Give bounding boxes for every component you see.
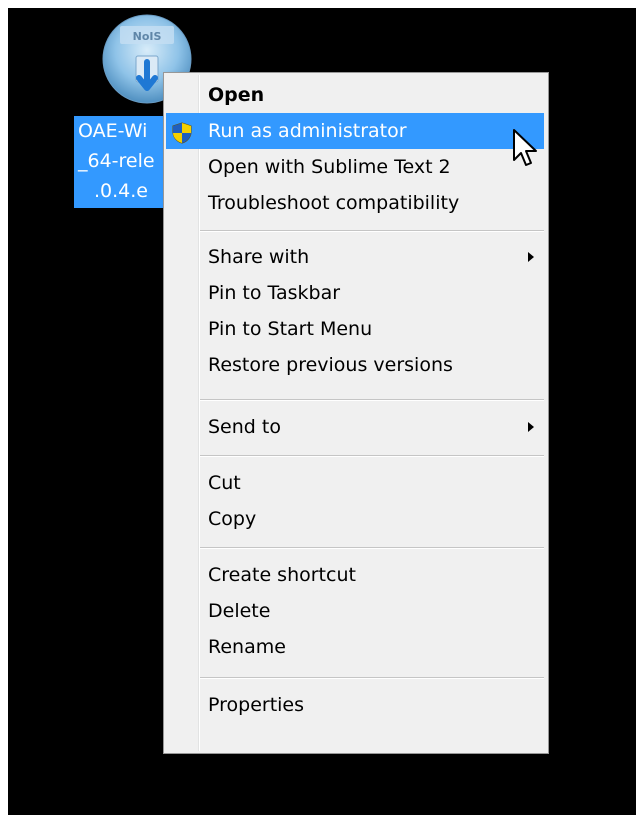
menu-item-label: Create shortcut	[208, 564, 356, 586]
menu-item-create-shortcut[interactable]: Create shortcut	[166, 557, 544, 593]
menu-item-troubleshoot-compatibility[interactable]: Troubleshoot compatibility	[166, 185, 544, 221]
menu-item-properties[interactable]: Properties	[166, 687, 544, 723]
menu-item-label: Copy	[208, 508, 257, 530]
menu-item-pin-to-taskbar[interactable]: Pin to Taskbar	[166, 275, 544, 311]
menu-item-label: Pin to Start Menu	[208, 318, 373, 340]
submenu-arrow-icon	[528, 422, 534, 432]
menu-item-label: Restore previous versions	[208, 354, 453, 376]
menu-item-send-to[interactable]: Send to	[166, 409, 544, 445]
menu-item-label: Send to	[208, 416, 281, 438]
menu-item-rename[interactable]: Rename	[166, 629, 544, 665]
menu-item-label: Properties	[208, 694, 305, 716]
menu-separator	[200, 677, 544, 679]
menu-separator	[200, 399, 544, 401]
file-icon-text: NoIS	[133, 30, 162, 43]
menu-item-label: Rename	[208, 636, 286, 658]
uac-shield-icon	[171, 120, 193, 144]
menu-item-label: Open	[208, 84, 265, 106]
menu-item-cut[interactable]: Cut	[166, 465, 544, 501]
menu-item-delete[interactable]: Delete	[166, 593, 544, 629]
menu-item-label: Cut	[208, 472, 241, 494]
menu-item-open[interactable]: Open	[166, 77, 544, 113]
menu-separator	[200, 547, 544, 549]
menu-item-run-as-administrator[interactable]: Run as administrator	[166, 113, 544, 149]
mouse-pointer-icon	[512, 128, 542, 170]
context-menu: Open Run as administrator Open with Subl…	[163, 72, 549, 754]
menu-item-copy[interactable]: Copy	[166, 501, 544, 537]
menu-item-share-with[interactable]: Share with	[166, 239, 544, 275]
desktop: NoIS OAE-Wi _64-rele .0.4.e Open Run as …	[8, 8, 636, 815]
menu-item-label: Delete	[208, 600, 271, 622]
menu-item-label: Share with	[208, 246, 310, 268]
menu-item-open-with-sublime[interactable]: Open with Sublime Text 2	[166, 149, 544, 185]
menu-item-pin-to-start-menu[interactable]: Pin to Start Menu	[166, 311, 544, 347]
menu-item-label: Open with Sublime Text 2	[208, 156, 451, 178]
menu-item-restore-previous-versions[interactable]: Restore previous versions	[166, 347, 544, 383]
menu-separator	[200, 230, 544, 232]
menu-separator	[200, 455, 544, 457]
menu-item-label: Troubleshoot compatibility	[208, 192, 460, 214]
menu-item-label: Run as administrator	[208, 120, 407, 142]
menu-item-label: Pin to Taskbar	[208, 282, 341, 304]
submenu-arrow-icon	[528, 252, 534, 262]
